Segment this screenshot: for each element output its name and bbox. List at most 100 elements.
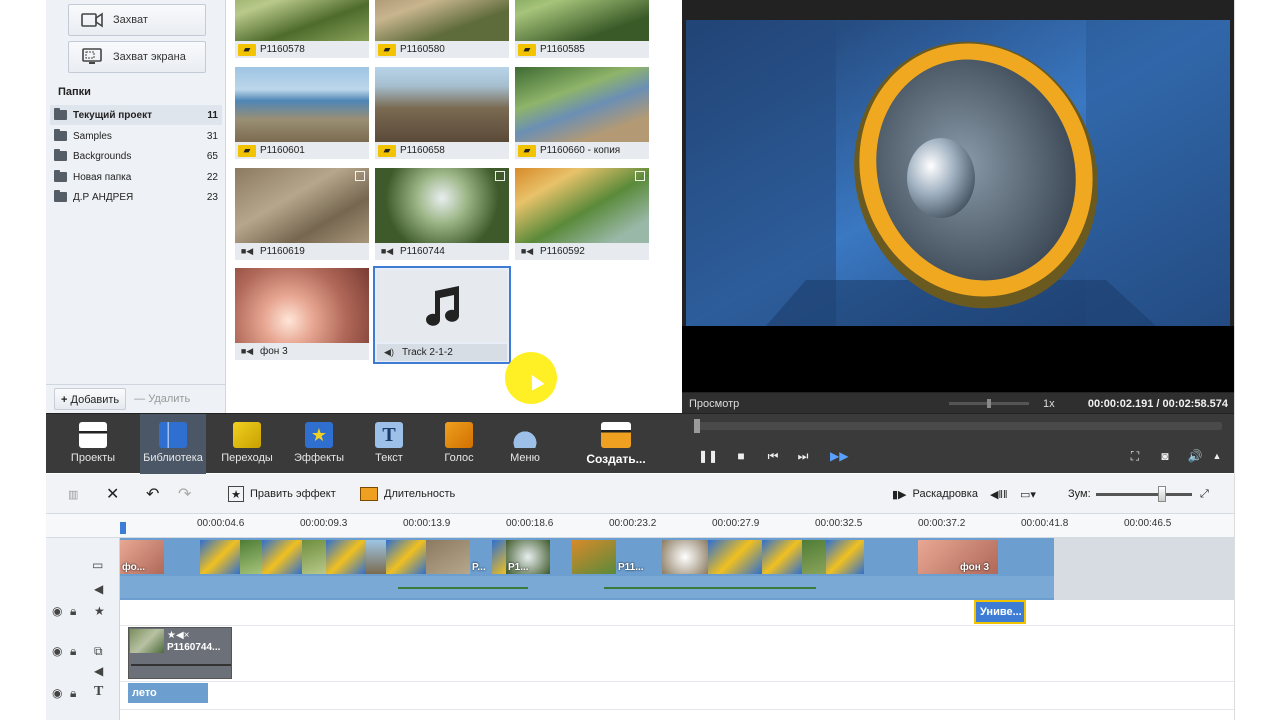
redo-button[interactable]: ↷ [178, 484, 191, 504]
speed-slider[interactable] [949, 399, 1029, 408]
video-clip[interactable] [802, 540, 826, 574]
media-thumbnail [375, 168, 509, 243]
fit-timeline-button[interactable]: ⤢ [1200, 484, 1209, 504]
text-clip[interactable]: лето [128, 683, 208, 703]
preview-video[interactable] [686, 20, 1230, 326]
snapshot-button[interactable]: ◙ [1156, 448, 1174, 464]
lock-icon[interactable]: 🔒︎ [70, 604, 76, 619]
visibility-eye-icon[interactable]: ◉ [52, 686, 62, 700]
media-item[interactable]: ■◀ фон 3 [235, 268, 369, 364]
previous-frame-button[interactable]: ⏮ [764, 448, 782, 464]
photo-icon: ▰ [518, 144, 536, 157]
undo-button[interactable]: ↶ [146, 484, 159, 504]
capture-button[interactable]: Захват [68, 4, 206, 36]
folder-backgrounds[interactable]: Backgrounds 65 [50, 146, 222, 166]
media-item[interactable]: ▰ P1160601 [235, 67, 369, 163]
display-mode-button[interactable]: ▭▾ [1020, 484, 1036, 504]
video-clip[interactable]: P1... [506, 540, 550, 574]
transition-clip[interactable] [262, 540, 302, 574]
zoom-slider[interactable] [1096, 493, 1192, 496]
visibility-eye-icon[interactable]: ◉ [52, 604, 62, 618]
video-clip[interactable]: P11... [616, 540, 662, 574]
volume-button[interactable]: 🔊 [1186, 448, 1204, 464]
video-clip[interactable] [572, 540, 616, 574]
folder-samples[interactable]: Samples 31 [50, 126, 222, 146]
media-item[interactable]: ▰ P1160585 [515, 0, 649, 62]
tool-library[interactable]: Библиотека [140, 414, 206, 474]
delete-clip-button[interactable]: ✕ [106, 484, 119, 504]
create-label: Создать... [586, 452, 646, 466]
lock-icon[interactable]: 🔒︎ [70, 686, 76, 701]
next-frame-button[interactable]: ⏭ [794, 448, 812, 464]
edit-effect-button[interactable]: ★ Править эффект [228, 484, 336, 504]
screen-capture-button[interactable]: Захват экрана [68, 41, 206, 73]
video-clip[interactable] [426, 540, 470, 574]
video-clip[interactable] [302, 540, 326, 574]
media-item[interactable]: ■◀ P1160619 [235, 168, 369, 264]
video-clip[interactable]: фон 3 [918, 540, 998, 574]
audio-waveform-track[interactable] [120, 576, 1054, 598]
tool-menu[interactable]: Меню [492, 420, 558, 470]
video-clip[interactable] [550, 540, 572, 574]
transition-clip[interactable] [326, 540, 366, 574]
media-item[interactable]: ▰ P1160580 [375, 0, 509, 62]
video-clip[interactable] [164, 540, 200, 574]
create-button[interactable]: Создать... [576, 420, 656, 470]
transition-clip[interactable] [492, 540, 506, 574]
audio-mixer-button[interactable]: ◀ǁǁ [990, 484, 1008, 504]
playhead-marker[interactable] [120, 522, 126, 534]
media-item[interactable]: ▰ P1160658 [375, 67, 509, 163]
zoom-slider-knob[interactable] [1158, 486, 1166, 502]
edit-effect-label: Править эффект [250, 488, 336, 500]
tool-effects[interactable]: ★ Эффекты [286, 420, 352, 470]
overlay-clip[interactable]: ★◀× P1160744... [128, 627, 232, 679]
split-button[interactable]: ▥ [68, 484, 78, 504]
tool-transitions[interactable]: Переходы [214, 420, 280, 470]
photo-icon: ▰ [378, 144, 396, 157]
audio-line [131, 664, 231, 666]
video-clip[interactable]: фо... [120, 540, 164, 574]
video-clip[interactable] [240, 540, 262, 574]
play-selection-button[interactable]: ▶▶ [830, 448, 848, 464]
media-item[interactable]: ■◀ P1160592 [515, 168, 649, 264]
video-clip[interactable] [366, 540, 386, 574]
folder-andrey-birthday[interactable]: Д.Р АНДРЕЯ 23 [50, 187, 222, 207]
duration-button[interactable]: Длительность [360, 484, 455, 504]
transition-clip[interactable] [762, 540, 802, 574]
tool-voice[interactable]: Голос [426, 420, 492, 470]
seek-knob[interactable] [694, 419, 700, 433]
add-button[interactable]: + Добавить [54, 387, 127, 410]
effect-clip[interactable]: Униве... [974, 600, 1026, 624]
transition-clip[interactable] [200, 540, 240, 574]
media-item[interactable]: ▰ P1160578 [235, 0, 369, 62]
transition-clip[interactable] [386, 540, 426, 574]
seek-bar[interactable] [694, 419, 1222, 433]
music-note-icon [426, 286, 459, 326]
volume-menu-button[interactable]: ▲ [1208, 448, 1226, 464]
fullscreen-button[interactable]: ⛶ [1126, 448, 1144, 464]
video-clip[interactable] [662, 540, 708, 574]
audio-mute-icon[interactable]: ◀ [94, 664, 103, 678]
transition-clip[interactable] [708, 540, 762, 574]
video-clip[interactable]: P... [470, 540, 492, 574]
media-item[interactable]: ■◀ P1160744 [375, 168, 509, 264]
visibility-eye-icon[interactable]: ◉ [52, 644, 62, 658]
storyboard-button[interactable]: ▮▶ Раскадровка [892, 484, 978, 504]
pause-button[interactable]: ❚❚ [698, 448, 718, 464]
media-item-selected[interactable]: ◀) Track 2-1-2 [373, 266, 511, 364]
tool-projects[interactable]: Проекты [60, 420, 126, 470]
transition-clip[interactable] [826, 540, 864, 574]
delete-button[interactable]: — Удалить [134, 393, 190, 405]
lock-icon[interactable]: 🔒︎ [70, 644, 76, 659]
audio-mute-icon[interactable]: ◀ [94, 582, 103, 596]
media-item[interactable]: ▰ P1160660 - копия [515, 67, 649, 163]
timeline-ruler[interactable]: 00:00:04.6 00:00:09.3 00:00:13.9 00:00:1… [46, 514, 1234, 538]
main-toolbar: Проекты Библиотека Переходы ★ Эффекты T … [46, 413, 1234, 474]
clip-effect-icons: ★◀× [167, 630, 190, 641]
ruler-tick: 00:00:23.2 [609, 518, 657, 529]
folder-current-project[interactable]: Текущий проект 11 [50, 105, 222, 125]
folder-new-folder[interactable]: Новая папка 22 [50, 167, 222, 187]
stop-button[interactable]: ■ [732, 448, 750, 464]
tool-text[interactable]: T Текст [356, 420, 422, 470]
video-clip[interactable] [864, 540, 918, 574]
